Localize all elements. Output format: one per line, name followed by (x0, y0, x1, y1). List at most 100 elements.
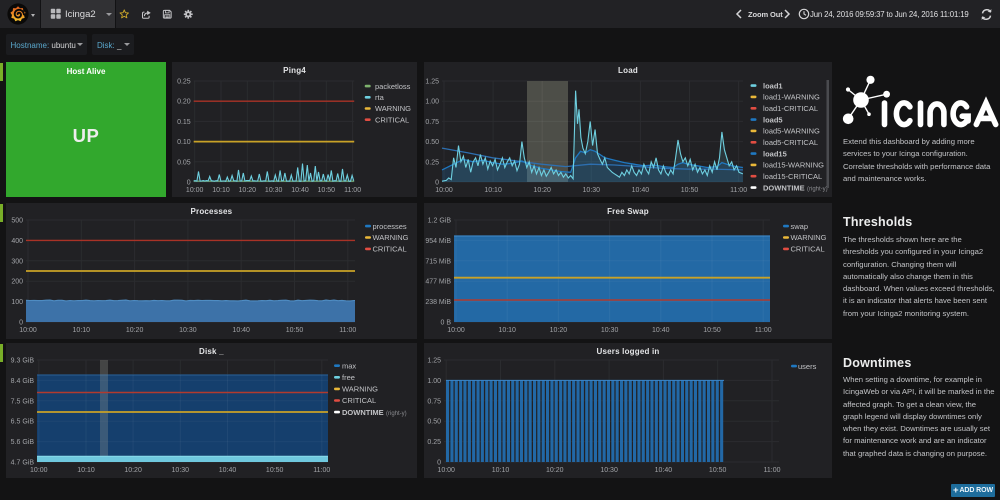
svg-text:7.5 GiB: 7.5 GiB (11, 398, 35, 405)
svg-text:10:20: 10:20 (126, 327, 144, 334)
svg-text:load5: load5 (763, 115, 783, 124)
svg-text:load1: load1 (763, 81, 783, 90)
svg-text:10:50: 10:50 (318, 187, 336, 194)
svg-text:0: 0 (437, 460, 441, 467)
svg-text:rta: rta (375, 93, 385, 102)
svg-text:300: 300 (11, 258, 23, 265)
svg-text:0: 0 (187, 180, 191, 187)
svg-text:0: 0 (19, 320, 23, 327)
svg-text:11:00: 11:00 (339, 327, 356, 334)
svg-text:10:40: 10:40 (652, 327, 670, 334)
svg-text:CRITICAL: CRITICAL (373, 245, 407, 254)
svg-text:CRITICAL: CRITICAL (375, 115, 409, 124)
svg-text:CRITICAL: CRITICAL (342, 396, 376, 405)
svg-text:10:20: 10:20 (239, 187, 257, 194)
svg-text:0.25: 0.25 (427, 439, 441, 446)
svg-text:10:50: 10:50 (286, 327, 304, 334)
svg-text:10:00: 10:00 (447, 327, 465, 334)
svg-text:load15-CRITICAL: load15-CRITICAL (763, 172, 822, 181)
svg-text:500: 500 (11, 218, 23, 225)
svg-text:0.05: 0.05 (177, 159, 191, 166)
svg-text:max: max (342, 361, 356, 370)
svg-text:10:20: 10:20 (533, 187, 551, 194)
svg-text:11:00: 11:00 (730, 187, 747, 194)
svg-text:5.6 GiB: 5.6 GiB (11, 439, 35, 446)
svg-text:0.50: 0.50 (427, 419, 441, 426)
svg-text:10:10: 10:10 (213, 187, 231, 194)
svg-text:10:20: 10:20 (124, 467, 142, 474)
svg-text:10:10: 10:10 (498, 327, 516, 334)
svg-text:WARNING: WARNING (373, 233, 409, 242)
svg-text:0.75: 0.75 (425, 119, 439, 126)
svg-text:10:10: 10:10 (492, 467, 510, 474)
svg-text:11:00: 11:00 (313, 467, 330, 474)
svg-text:(right-y): (right-y) (807, 186, 828, 192)
svg-text:10:00: 10:00 (19, 327, 37, 334)
svg-text:1.00: 1.00 (425, 99, 439, 106)
svg-text:users: users (798, 362, 817, 371)
svg-text:load5-WARNING: load5-WARNING (763, 127, 820, 136)
svg-text:load5-CRITICAL: load5-CRITICAL (763, 138, 818, 147)
svg-text:swap: swap (791, 222, 809, 231)
svg-text:load15-WARNING: load15-WARNING (763, 161, 824, 170)
svg-text:10:30: 10:30 (600, 467, 618, 474)
svg-text:100: 100 (11, 299, 23, 306)
svg-text:10:40: 10:40 (655, 467, 673, 474)
svg-text:10:00: 10:00 (30, 467, 48, 474)
svg-text:1.25: 1.25 (427, 358, 441, 365)
svg-text:0.50: 0.50 (425, 139, 439, 146)
svg-text:10:40: 10:40 (219, 467, 237, 474)
svg-text:WARNING: WARNING (791, 233, 827, 242)
svg-text:10:30: 10:30 (583, 187, 601, 194)
svg-text:10:40: 10:40 (632, 187, 650, 194)
svg-text:10:10: 10:10 (77, 467, 95, 474)
svg-text:10:50: 10:50 (681, 187, 699, 194)
svg-text:10:30: 10:30 (179, 327, 197, 334)
svg-text:DOWNTIME: DOWNTIME (342, 408, 384, 417)
svg-text:715 MiB: 715 MiB (425, 258, 451, 265)
svg-text:10:10: 10:10 (73, 327, 91, 334)
svg-text:0.25: 0.25 (425, 159, 439, 166)
svg-text:0.75: 0.75 (427, 398, 441, 405)
svg-text:0.15: 0.15 (177, 119, 191, 126)
svg-text:10:20: 10:20 (550, 327, 568, 334)
svg-text:1.25: 1.25 (425, 79, 439, 86)
svg-text:(right-y): (right-y) (386, 411, 407, 417)
svg-text:10:40: 10:40 (232, 327, 250, 334)
svg-text:0.25: 0.25 (177, 79, 191, 86)
svg-text:load1-WARNING: load1-WARNING (763, 93, 820, 102)
svg-text:11:00: 11:00 (755, 327, 772, 334)
svg-text:11:00: 11:00 (344, 187, 361, 194)
svg-text:10:30: 10:30 (172, 467, 190, 474)
svg-text:10:10: 10:10 (484, 187, 502, 194)
svg-text:CRITICAL: CRITICAL (791, 245, 825, 254)
svg-text:DOWNTIME: DOWNTIME (763, 183, 805, 192)
svg-text:processes: processes (373, 222, 407, 231)
svg-text:1.2 GiB: 1.2 GiB (428, 218, 452, 225)
svg-text:10:30: 10:30 (601, 327, 619, 334)
svg-text:10:50: 10:50 (709, 467, 727, 474)
svg-text:10:00: 10:00 (186, 187, 204, 194)
svg-text:10:20: 10:20 (546, 467, 564, 474)
svg-text:10:00: 10:00 (435, 187, 453, 194)
svg-text:0.20: 0.20 (177, 99, 191, 106)
svg-text:10:30: 10:30 (265, 187, 283, 194)
svg-text:0.10: 0.10 (177, 139, 191, 146)
svg-text:238 MiB: 238 MiB (425, 299, 451, 306)
svg-text:10:00: 10:00 (437, 467, 455, 474)
svg-text:1.00: 1.00 (427, 378, 441, 385)
svg-text:954 MiB: 954 MiB (425, 238, 451, 245)
svg-text:10:50: 10:50 (266, 467, 284, 474)
svg-text:0: 0 (435, 180, 439, 187)
svg-text:6.5 GiB: 6.5 GiB (11, 419, 35, 426)
svg-text:free: free (342, 373, 355, 382)
svg-text:200: 200 (11, 279, 23, 286)
svg-text:9.3 GiB: 9.3 GiB (11, 358, 35, 365)
svg-text:400: 400 (11, 238, 23, 245)
svg-text:0 B: 0 B (440, 320, 451, 327)
svg-text:packetloss: packetloss (375, 82, 411, 91)
svg-text:11:00: 11:00 (764, 467, 781, 474)
svg-text:477 MiB: 477 MiB (425, 279, 451, 286)
svg-text:4.7 GiB: 4.7 GiB (11, 460, 35, 467)
svg-text:WARNING: WARNING (342, 385, 378, 394)
